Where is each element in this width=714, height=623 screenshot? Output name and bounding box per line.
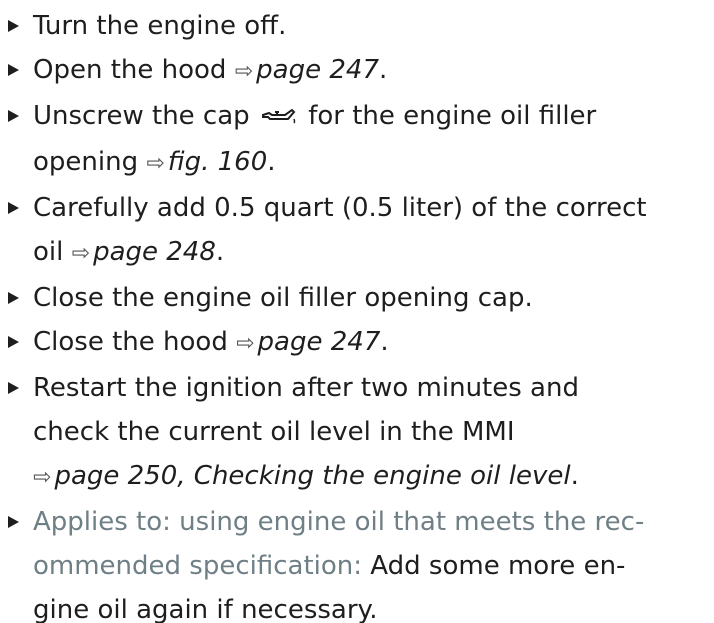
step-6: Close the hood ⇨ page 247.: [6, 320, 706, 366]
step-end: .: [378, 55, 388, 85]
step-5: Close the engine oil filler opening cap.: [6, 276, 706, 320]
step-text: for the engine oil filler: [308, 101, 597, 131]
step-7: Restart the ignition after two minutes a…: [6, 366, 706, 500]
step-end: .: [380, 327, 389, 357]
step-text: Carefully add 0.5 quart (0.5 liter) of t…: [33, 193, 647, 223]
bullet-icon: [8, 516, 19, 528]
step-end: .: [570, 461, 579, 491]
step-text: Close the engine oil filler opening cap.: [33, 283, 533, 313]
arrow-right-icon: ⇨: [234, 59, 254, 84]
step-2: Open the hood ⇨ page 247.: [6, 48, 706, 94]
arrow-right-icon: ⇨: [236, 331, 255, 356]
page-reference-link[interactable]: page 247: [256, 55, 379, 85]
step-text-line2: opening: [33, 147, 139, 177]
bullet-icon: [8, 202, 19, 214]
step-text: Turn the engine off.: [33, 11, 287, 41]
step-1: Turn the engine off.: [6, 4, 706, 48]
oil-can-icon: [260, 96, 296, 140]
figure-reference-link[interactable]: fig. 160: [168, 147, 267, 177]
applicability-note: ommended specification:: [33, 551, 363, 581]
page-reference-link[interactable]: page 250, Checking the engine oil level: [54, 461, 570, 491]
step-text: Restart the ignition after two minutes a…: [33, 373, 579, 403]
step-text: Add some more en-: [362, 551, 626, 581]
step-text-line2: oil: [33, 237, 64, 267]
arrow-right-icon: ⇨: [71, 241, 91, 266]
bullet-icon: [8, 64, 19, 76]
bullet-icon: [8, 336, 19, 348]
step-text-line3: gine oil again if necessary.: [33, 595, 378, 623]
arrow-right-icon: ⇨: [146, 151, 165, 176]
bullet-icon: [8, 292, 19, 304]
step-4: Carefully add 0.5 quart (0.5 liter) of t…: [6, 186, 706, 276]
step-text: Unscrew the cap: [33, 101, 250, 131]
instruction-page: Turn the engine off. Open the hood ⇨ page…: [0, 0, 714, 623]
step-text-line2: check the current oil level in the MMI: [33, 417, 515, 447]
bullet-icon: [8, 382, 19, 394]
arrow-right-icon: ⇨: [33, 465, 52, 490]
page-reference-link[interactable]: page 247: [258, 327, 381, 357]
bullet-icon: [8, 110, 19, 122]
step-end: .: [267, 147, 276, 177]
step-end: .: [215, 237, 225, 267]
step-text: Close the hood: [33, 327, 228, 357]
step-3: Unscrew the cap for the engine oil fille…: [6, 94, 706, 186]
page-reference-link[interactable]: page 248: [93, 237, 216, 267]
applicability-note: Applies to: using engine oil that meets …: [33, 507, 645, 537]
step-text: Open the hood: [33, 55, 227, 85]
step-8: Applies to: using engine oil that meets …: [6, 500, 706, 623]
bullet-icon: [8, 20, 19, 32]
